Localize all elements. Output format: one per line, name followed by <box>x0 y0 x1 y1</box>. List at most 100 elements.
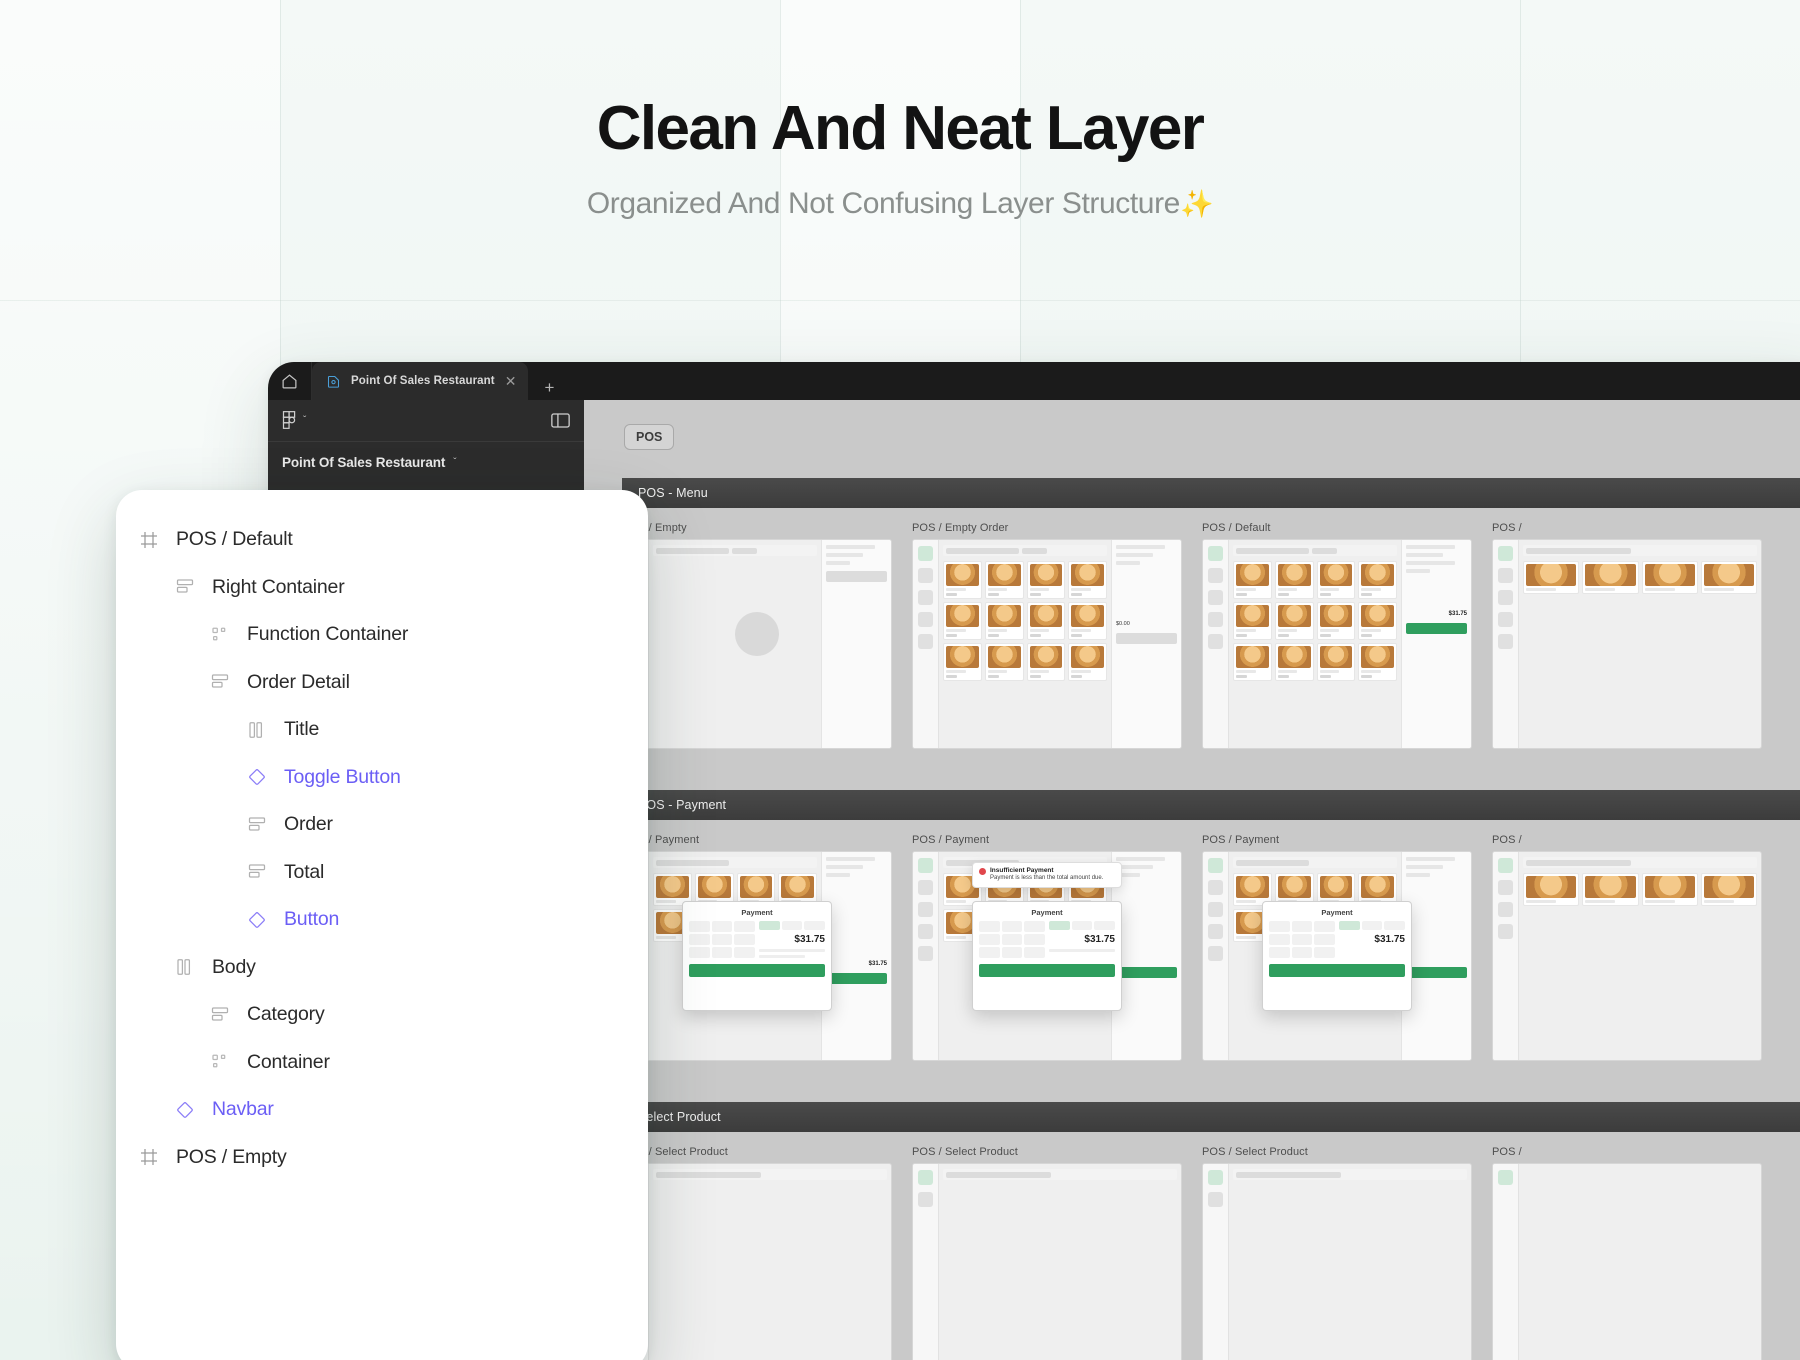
frame-preview[interactable] <box>1492 539 1762 749</box>
background-gridline <box>0 300 1800 301</box>
frame-preview[interactable]: Insufficient Payment Payment is less tha… <box>912 851 1182 1061</box>
frame-nav <box>913 852 939 1060</box>
section-title: Select Product <box>622 1102 1800 1132</box>
confirm-payment-button[interactable] <box>1269 964 1405 977</box>
layer-row[interactable]: Right Container <box>116 564 648 612</box>
payment-amount: $31.75 <box>1374 934 1405 945</box>
component-icon <box>246 766 268 788</box>
frame-column: POS / Select Product <box>1202 1146 1472 1360</box>
page-title: Clean And Neat Layer <box>596 94 1205 163</box>
frame-preview[interactable] <box>912 1163 1182 1360</box>
alert-body: Payment is less than the total amount du… <box>990 875 1104 882</box>
numeric-keypad[interactable] <box>689 921 755 958</box>
frame-total: $0.00 <box>1116 621 1130 627</box>
layer-row[interactable]: Category <box>116 991 648 1039</box>
payment-summary: $31.75 <box>1339 921 1406 958</box>
layer-label: Title <box>284 718 320 741</box>
frame-label: POS / Empty Order <box>912 522 1009 534</box>
layer-row[interactable]: Container <box>116 1039 648 1087</box>
autolayout-vertical-icon <box>209 1004 231 1026</box>
figma-menu-button[interactable]: ˇ <box>282 410 306 431</box>
frame-label: POS / Payment <box>1202 834 1280 846</box>
layer-row[interactable]: Title <box>116 706 648 754</box>
page-badge: POS <box>624 424 675 450</box>
frame-preview[interactable]: $0.00 <box>912 539 1182 749</box>
frames-row: POS / Select Product POS / Select Produc… <box>622 1132 1800 1360</box>
page-subtitle: Organized And Not Confusing Layer Struct… <box>0 187 1800 221</box>
page-subtitle-text: Organized And Not Confusing Layer Struct… <box>586 187 1181 221</box>
figma-file-row[interactable]: Point Of Sales Restaurant ˇ <box>268 442 584 482</box>
panel-toggle-button[interactable] <box>551 413 570 428</box>
home-icon <box>282 373 297 388</box>
frame-label: POS / Payment <box>912 834 990 846</box>
layer-row[interactable]: Order Detail <box>116 659 648 707</box>
frame-nav <box>913 1164 939 1360</box>
frame-label: POS / Empty <box>622 522 687 534</box>
confirm-payment-button[interactable] <box>979 964 1115 977</box>
layout-panel-icon <box>551 413 570 428</box>
layer-row[interactable]: Button <box>116 896 648 944</box>
frame-total: $31.75 <box>1448 611 1467 617</box>
layer-label: Toggle Button <box>284 765 401 788</box>
figma-toolbar: ˇ <box>268 400 584 442</box>
frame-nav <box>913 540 939 748</box>
frame-body <box>1519 1164 1761 1360</box>
figma-file-icon <box>327 375 340 388</box>
frame-body <box>939 1164 1181 1360</box>
browser-tab-title: Point Of Sales Restaurant <box>351 375 495 387</box>
frame-preview[interactable] <box>622 539 892 749</box>
confirm-payment-button[interactable] <box>689 964 825 977</box>
frame-preview[interactable]: $31.75 <box>1202 539 1472 749</box>
frame-column: POS / <box>1492 834 1762 1061</box>
hero-section: Clean And Neat Layer Organized And Not C… <box>0 96 1800 221</box>
layer-label: Right Container <box>212 575 345 598</box>
numeric-keypad[interactable] <box>979 921 1045 958</box>
autolayout-horizontal-icon <box>174 956 196 978</box>
layer-row[interactable]: POS / Default <box>116 516 648 564</box>
component-icon <box>174 1099 196 1121</box>
frame-order-panel <box>821 540 891 748</box>
layer-label: POS / Empty <box>176 1145 287 1168</box>
section-title: POS - Payment <box>622 790 1800 820</box>
layer-label: Category <box>247 1003 325 1026</box>
numeric-keypad[interactable] <box>1269 921 1335 958</box>
group-icon <box>209 624 231 646</box>
frame-column: POS / Default $31.75 <box>1202 522 1472 749</box>
payment-modal-title: Payment <box>1321 908 1353 917</box>
layer-row[interactable]: POS / Empty <box>116 1134 648 1182</box>
layer-row[interactable]: Body <box>116 944 648 992</box>
frame-preview[interactable]: Payment $31.75 <box>1202 851 1472 1061</box>
frame-preview[interactable] <box>1202 1163 1472 1360</box>
frame-label: POS / Select Product <box>1202 1146 1308 1158</box>
layer-label: Button <box>284 908 340 931</box>
frame-body <box>1519 852 1761 1060</box>
alert-toast: Insufficient Payment Payment is less tha… <box>972 862 1122 888</box>
layer-label: Order <box>284 813 333 836</box>
layer-row[interactable]: Toggle Button <box>116 754 648 802</box>
layer-row[interactable]: Navbar <box>116 1086 648 1134</box>
frame-nav <box>1203 852 1229 1060</box>
close-icon[interactable]: ✕ <box>505 374 517 388</box>
canvas-section: POS - Payment POS / Payment $31.75 Payme… <box>622 790 1800 1061</box>
layer-row[interactable]: Order <box>116 801 648 849</box>
layer-row[interactable]: Function Container <box>116 611 648 659</box>
frame-nav <box>1493 540 1519 748</box>
browser-tab[interactable]: Point Of Sales Restaurant ✕ <box>312 362 529 400</box>
frame-preview[interactable]: $31.75 Payment $31.75 <box>622 851 892 1061</box>
frame-preview[interactable] <box>622 1163 892 1360</box>
payment-modal: Payment $31.75 <box>1262 901 1412 1011</box>
figma-canvas[interactable]: POS POS - Menu POS / Empty POS / Empty O… <box>584 400 1800 1360</box>
frame-column: POS / Select Product <box>912 1146 1182 1360</box>
autolayout-vertical-icon <box>209 671 231 693</box>
canvas-section: Select Product POS / Select Product POS … <box>622 1102 1800 1360</box>
frame-preview[interactable] <box>1492 1163 1762 1360</box>
new-tab-button[interactable]: + <box>528 379 570 400</box>
sparkle-icon: ✨ <box>1179 189 1214 220</box>
frame-body <box>1229 540 1401 748</box>
layer-label: Function Container <box>247 623 409 646</box>
layer-row[interactable]: Total <box>116 849 648 897</box>
frame-column: POS / Payment <box>912 834 1182 1061</box>
frame-column: POS / Payment <box>1202 834 1472 1061</box>
payment-summary: $31.75 <box>759 921 826 958</box>
frame-preview[interactable] <box>1492 851 1762 1061</box>
